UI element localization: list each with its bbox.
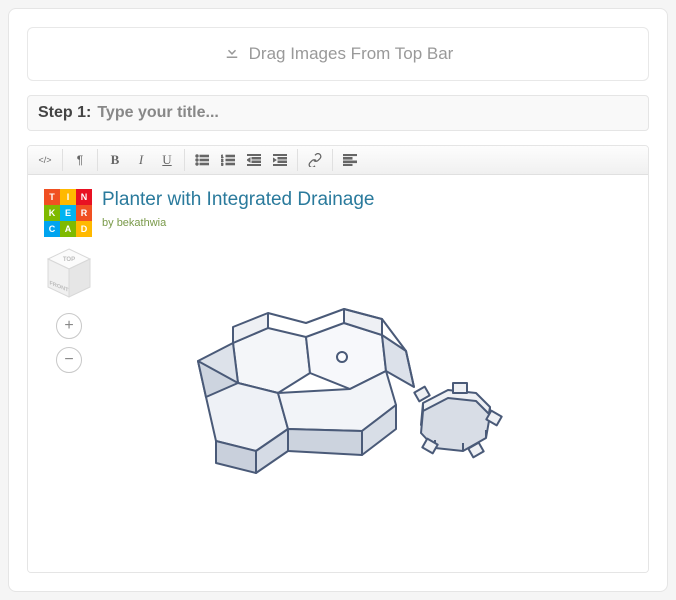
- paragraph-button[interactable]: ¶: [67, 149, 93, 171]
- zoom-in-button[interactable]: +: [56, 313, 82, 339]
- outdent-icon: [247, 154, 261, 166]
- logo-tile: N: [76, 189, 92, 205]
- italic-icon: I: [139, 152, 143, 168]
- step-title-field[interactable]: Step 1:: [27, 95, 649, 131]
- zoom-out-button[interactable]: −: [56, 347, 82, 373]
- image-drop-zone[interactable]: Drag Images From Top Bar: [27, 27, 649, 81]
- underline-button[interactable]: U: [154, 149, 180, 171]
- align-icon: [343, 154, 357, 166]
- download-arrow-icon: [223, 43, 241, 66]
- drop-zone-label: Drag Images From Top Bar: [249, 44, 454, 64]
- model-viewport[interactable]: [138, 265, 558, 485]
- bold-icon: B: [111, 152, 120, 168]
- outdent-button[interactable]: [241, 149, 267, 171]
- viewer-controls: TOP FRONT + −: [44, 247, 94, 373]
- embed-title: Planter with Integrated Drainage: [102, 189, 375, 212]
- underline-icon: U: [162, 152, 171, 168]
- editor-toolbar: </> ¶ B I U 123: [28, 146, 648, 175]
- bold-button[interactable]: B: [102, 149, 128, 171]
- logo-tile: E: [60, 205, 76, 221]
- editor-card: Drag Images From Top Bar Step 1: </> ¶ B…: [8, 8, 668, 592]
- embed-author-line: by bekathwia: [102, 217, 375, 229]
- logo-tile: K: [44, 205, 60, 221]
- rich-text-editor: </> ¶ B I U 123: [27, 145, 649, 573]
- pilcrow-icon: ¶: [77, 153, 83, 167]
- tinkercad-logo: T I N K E R C A D: [44, 189, 92, 237]
- number-list-button[interactable]: 123: [215, 149, 241, 171]
- indent-icon: [273, 154, 287, 166]
- indent-button[interactable]: [267, 149, 293, 171]
- plus-icon: +: [64, 318, 73, 334]
- bullet-list-icon: [195, 154, 209, 166]
- logo-tile: R: [76, 205, 92, 221]
- svg-text:3: 3: [221, 162, 224, 167]
- author-link[interactable]: bekathwia: [117, 217, 167, 229]
- bullet-list-button[interactable]: [189, 149, 215, 171]
- link-button[interactable]: [302, 149, 328, 171]
- tinkercad-embed-header: T I N K E R C A D Planter with Integrate…: [44, 189, 632, 237]
- planter-3d-model: [138, 265, 558, 485]
- link-icon: [308, 153, 322, 167]
- minus-icon: −: [64, 352, 73, 368]
- logo-tile: A: [60, 221, 76, 237]
- by-prefix: by: [102, 217, 117, 229]
- step-title-input[interactable]: [97, 104, 638, 122]
- number-list-icon: 123: [221, 154, 235, 166]
- logo-tile: D: [76, 221, 92, 237]
- step-prefix: Step 1:: [38, 104, 91, 122]
- editor-content-area[interactable]: T I N K E R C A D Planter with Integrate…: [28, 175, 648, 572]
- logo-tile: I: [60, 189, 76, 205]
- code-icon: </>: [38, 155, 51, 165]
- svg-text:TOP: TOP: [63, 257, 75, 263]
- align-button[interactable]: [337, 149, 363, 171]
- view-cube[interactable]: TOP FRONT: [44, 247, 94, 305]
- logo-tile: T: [44, 189, 60, 205]
- italic-button[interactable]: I: [128, 149, 154, 171]
- logo-tile: C: [44, 221, 60, 237]
- source-button[interactable]: </>: [32, 149, 58, 171]
- cube-icon: TOP FRONT: [44, 247, 94, 305]
